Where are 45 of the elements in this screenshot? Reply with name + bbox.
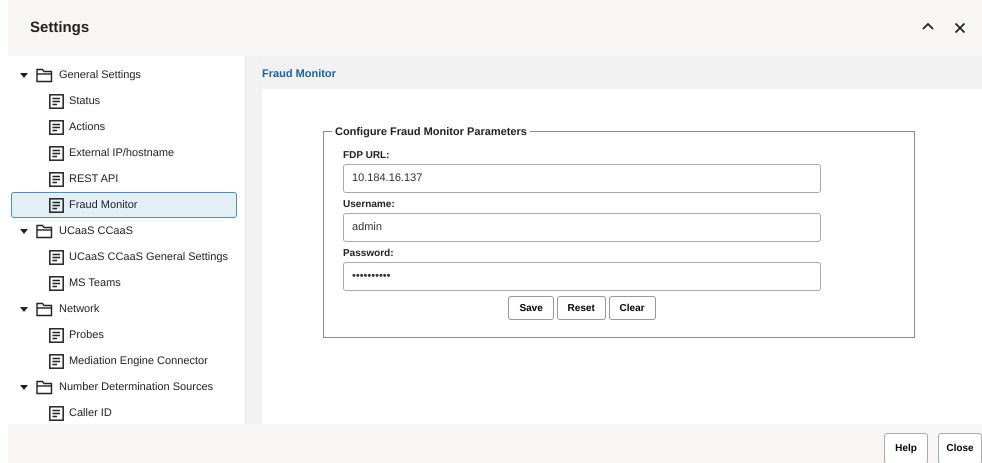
document-icon — [49, 328, 64, 342]
folder-icon — [36, 302, 53, 316]
tree-item[interactable]: Probes — [11, 322, 237, 348]
caret-down-icon — [20, 305, 28, 313]
panel-title: Fraud Monitor — [262, 67, 337, 82]
document-icon — [49, 120, 64, 134]
tree-item[interactable]: Fraud Monitor — [11, 192, 237, 218]
tree-item[interactable]: External IP/hostname — [11, 140, 237, 166]
field-label: Password: — [343, 246, 395, 260]
document-icon — [49, 198, 64, 212]
tree-item[interactable]: REST API — [11, 166, 237, 192]
folder-icon — [36, 380, 53, 394]
tree-item[interactable]: General Settings — [11, 62, 237, 88]
tree-item[interactable]: UCaaS CCaaS — [11, 218, 237, 244]
caret-down-icon — [20, 383, 28, 391]
window-title: Settings — [30, 19, 90, 37]
input-field[interactable]: admin — [343, 212, 821, 242]
folder-icon — [36, 224, 53, 238]
tree-item[interactable]: Number Determination Sources — [11, 374, 237, 400]
document-icon — [49, 94, 64, 108]
tree-item[interactable]: UCaaS CCaaS General Settings — [11, 244, 237, 270]
form-button[interactable]: Save — [508, 296, 554, 320]
document-icon — [49, 406, 64, 420]
footer-button[interactable]: Help — [884, 433, 928, 463]
field-label: Username: — [343, 198, 396, 212]
tree-item[interactable]: Network — [11, 296, 237, 322]
input-field[interactable]: 10.184.16.137 — [343, 164, 821, 192]
document-icon — [49, 172, 64, 186]
document-icon — [49, 146, 64, 160]
document-icon — [49, 250, 64, 264]
document-icon — [49, 354, 64, 368]
tree-item[interactable]: Caller ID — [11, 400, 237, 424]
form-button[interactable]: Clear — [608, 296, 656, 320]
tree-item[interactable]: Mediation Engine Connector — [11, 348, 237, 374]
form-button[interactable]: Reset — [556, 296, 606, 320]
tree-item[interactable]: Status — [11, 88, 237, 114]
document-icon — [49, 276, 64, 290]
tree-item[interactable]: Actions — [11, 114, 237, 140]
footer-button[interactable]: Close — [938, 433, 982, 463]
folder-icon — [36, 68, 53, 82]
input-field[interactable]: •••••••••• — [343, 262, 821, 290]
tree-item[interactable]: MS Teams — [11, 270, 237, 296]
caret-down-icon — [20, 227, 28, 235]
caret-down-icon — [20, 71, 28, 79]
field-label: FDP URL: — [343, 148, 390, 162]
